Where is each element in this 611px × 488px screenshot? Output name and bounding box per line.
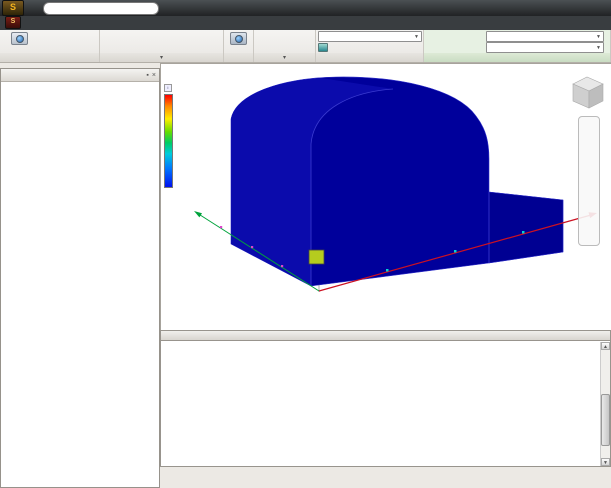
search-input[interactable] xyxy=(43,1,159,15)
decision-center-button[interactable] xyxy=(226,31,251,52)
message-list xyxy=(160,341,611,467)
app-window: { "app": { "title": "Autodesk Simulation… xyxy=(0,0,611,488)
legend-scale xyxy=(164,94,174,190)
depth-axis-tick xyxy=(281,265,284,268)
group-label-global[interactable] xyxy=(424,53,610,62)
design-study-bar: ▪ × xyxy=(0,68,160,488)
title-bar: S xyxy=(0,0,611,16)
ribbon-group-compare xyxy=(224,30,254,62)
solve-button[interactable] xyxy=(318,43,421,52)
x-axis-tick xyxy=(454,250,457,253)
chevron-down-icon: ▼ xyxy=(596,44,601,51)
design-study-bar-header: ▪ × xyxy=(1,69,159,82)
design-study-tree xyxy=(1,82,159,84)
depth-axis-arrow-icon xyxy=(194,211,202,218)
bottom-tab-bar xyxy=(160,467,611,482)
group-label-result-tasks[interactable] xyxy=(100,53,223,62)
legend-title: i xyxy=(164,84,174,92)
close-icon[interactable]: × xyxy=(152,72,156,79)
ribbon-tab-bar: S xyxy=(0,16,611,30)
image-recapitulative-button[interactable] xyxy=(2,31,36,52)
x-axis-tick xyxy=(522,231,525,234)
ribbon-group-image xyxy=(0,30,100,62)
group-label-iteration[interactable] xyxy=(316,53,423,62)
legend-color-bar xyxy=(164,94,173,188)
solve-icon xyxy=(318,43,328,52)
ribbon-group-iteration: ▼ xyxy=(316,30,424,62)
depth-axis-tick xyxy=(220,226,223,229)
model-geometry[interactable] xyxy=(161,64,611,331)
chevron-down-icon: ▼ xyxy=(414,33,419,40)
navigation-bar xyxy=(578,116,600,246)
global-result-dropdown[interactable]: ▼ xyxy=(486,31,604,42)
viewport-3d[interactable]: i xyxy=(160,63,611,330)
output-data-bar: ▲ ▼ xyxy=(160,330,611,467)
decision-center-icon xyxy=(230,32,247,45)
model-right-block xyxy=(488,191,564,264)
legend-icon[interactable]: i xyxy=(164,84,172,92)
ribbon: ▼ ▼ ▼ xyxy=(0,30,611,63)
group-label-report[interactable] xyxy=(254,53,315,62)
pin-icon[interactable]: ▪ xyxy=(146,72,148,79)
output-scrollbar[interactable]: ▲ ▼ xyxy=(600,342,610,466)
result-legend: i xyxy=(164,84,174,190)
ribbon-group-global: ▼ ▼ ✦ xyxy=(424,30,611,62)
camera-icon xyxy=(10,32,28,45)
ribbon-group-result-tasks xyxy=(100,30,224,62)
iteration-dropdown[interactable]: ▼ xyxy=(318,31,422,42)
scrollbar-thumb[interactable] xyxy=(601,394,610,446)
scroll-down-icon[interactable]: ▼ xyxy=(601,458,610,466)
group-label-compare[interactable] xyxy=(224,53,253,62)
application-menu-button[interactable]: S xyxy=(2,0,24,16)
group-label-image[interactable] xyxy=(0,53,99,62)
output-bar-header[interactable] xyxy=(160,330,611,341)
probe-marker[interactable] xyxy=(308,249,325,265)
scroll-up-icon[interactable]: ▲ xyxy=(601,342,610,350)
global-vector-dropdown[interactable]: ▼ xyxy=(486,42,604,53)
chevron-down-icon: ▼ xyxy=(596,33,601,40)
x-axis-tick xyxy=(386,269,389,272)
view-cube[interactable] xyxy=(572,76,604,109)
depth-axis-tick xyxy=(251,246,254,249)
cfd-logo-icon[interactable]: S xyxy=(5,16,21,29)
ribbon-group-report xyxy=(254,30,316,62)
